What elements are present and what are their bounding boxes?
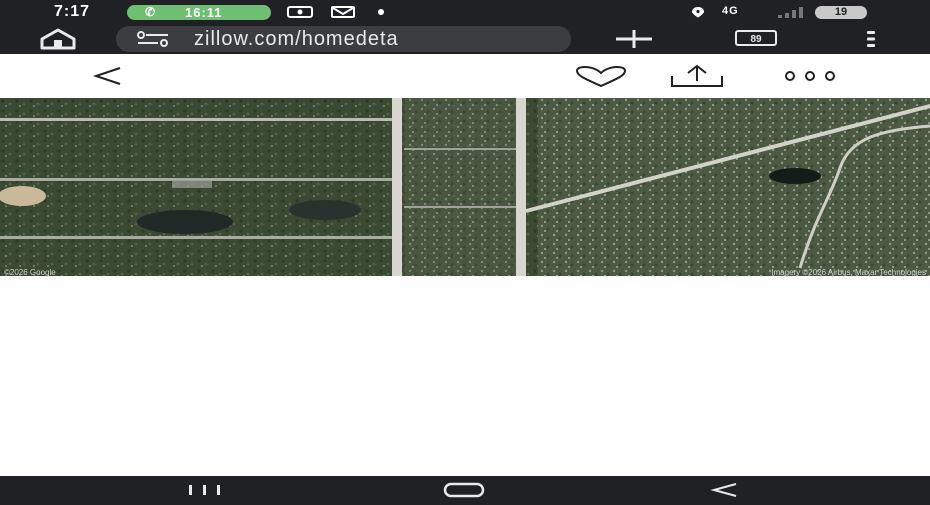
menu-icon[interactable]: [864, 29, 878, 49]
tabs-button[interactable]: 89: [735, 30, 777, 46]
share-icon[interactable]: [670, 64, 724, 88]
home-nav-icon[interactable]: [442, 482, 486, 498]
back-arrow-icon[interactable]: [92, 66, 122, 86]
listing-header: [0, 54, 930, 98]
home-icon[interactable]: [37, 28, 79, 50]
status-time: 7:17: [54, 3, 91, 20]
recents-icon[interactable]: [185, 483, 225, 497]
ongoing-call-pill[interactable]: ✆ 16:11: [127, 5, 271, 20]
aerial-map-image[interactable]: [0, 98, 930, 276]
more-icon[interactable]: [782, 70, 838, 82]
map-attribution-right: Imagery ©2026 Airbus, Maxar Technologies: [771, 268, 926, 277]
gmail-icon: [331, 6, 355, 18]
signal-icon: [778, 7, 803, 18]
new-tab-icon[interactable]: [614, 28, 654, 50]
battery-indicator: 19: [815, 6, 867, 19]
call-timer: 16:11: [185, 5, 223, 20]
back-nav-icon[interactable]: [708, 482, 740, 498]
system-navigation-bar: [0, 476, 930, 505]
status-bar: 7:17 ✆ 16:11 4G 19: [0, 0, 930, 24]
heart-icon[interactable]: [574, 66, 628, 88]
browser-toolbar: zillow.com/homedeta 89: [0, 24, 930, 54]
location-icon: [692, 7, 704, 18]
url-bar[interactable]: zillow.com/homedeta: [116, 26, 571, 52]
satellite-view: [0, 98, 930, 276]
screenshot-icon: [287, 6, 313, 18]
map-attribution-left: ©2026 Google: [4, 268, 56, 277]
network-type: 4G: [722, 5, 739, 17]
phone-icon: ✆: [145, 5, 156, 19]
dot-icon: [378, 9, 384, 15]
url-text: zillow.com/homedeta: [194, 28, 399, 50]
site-info-icon[interactable]: [134, 30, 174, 48]
